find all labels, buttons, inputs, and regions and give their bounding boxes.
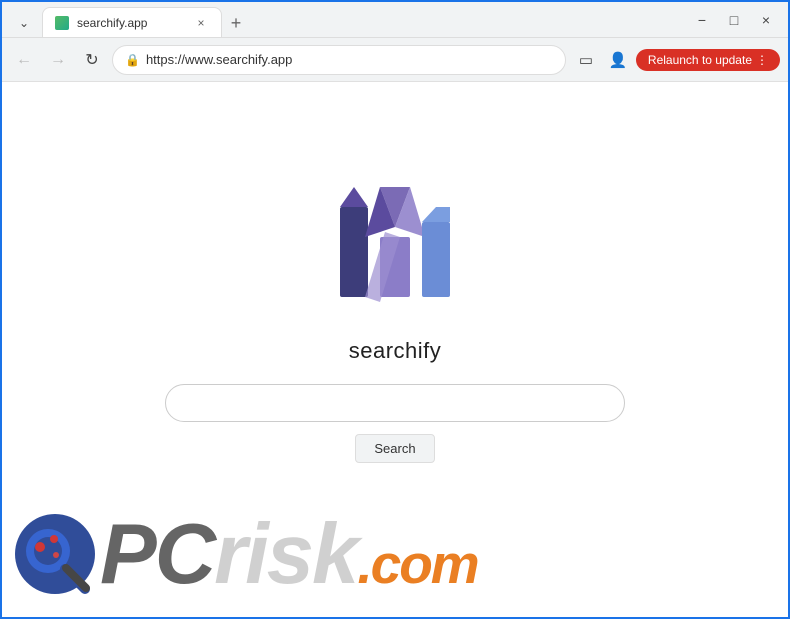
tab-close-button[interactable]: × [193,15,209,31]
relaunch-button[interactable]: Relaunch to update ⋮ [636,49,780,71]
active-tab[interactable]: searchify.app × [42,7,222,37]
url-display: https://www.searchify.app [146,52,553,67]
site-name-label: searchify [349,338,442,364]
site-logo-svg [330,177,460,317]
browser-window: ⌄ searchify.app × + − □ × ← → ↻ 🔒 ht [0,0,790,619]
tab-favicon [55,16,69,30]
cast-icon: ▭ [579,51,593,69]
minimize-button[interactable]: − [688,6,716,34]
tab-list-button[interactable]: ⌄ [10,9,38,37]
reload-button[interactable]: ↻ [78,46,106,74]
relaunch-menu-icon: ⋮ [756,53,768,67]
maximize-button[interactable]: □ [720,6,748,34]
close-window-button[interactable]: × [752,6,780,34]
back-button[interactable]: ← [10,46,38,74]
tab-area: ⌄ searchify.app × + [10,2,688,37]
profile-button[interactable]: 👤 [604,46,632,74]
forward-button[interactable]: → [44,46,72,74]
address-bar-input-wrapper[interactable]: 🔒 https://www.searchify.app [112,45,566,75]
search-input[interactable] [165,384,625,422]
site-logo-container [330,177,460,322]
title-bar: ⌄ searchify.app × + − □ × [2,2,788,38]
page-content: searchify Search [2,82,788,617]
relaunch-label: Relaunch to update [648,53,752,67]
browser-frame: ⌄ searchify.app × + − □ × ← → ↻ 🔒 ht [0,0,790,619]
cast-button[interactable]: ▭ [572,46,600,74]
new-tab-button[interactable]: + [222,9,250,37]
browser-action-buttons: ▭ 👤 Relaunch to update ⋮ [572,46,780,74]
secure-lock-icon: 🔒 [125,53,140,67]
search-button[interactable]: Search [355,434,434,463]
search-box: Search [165,384,625,463]
tab-title: searchify.app [77,16,185,30]
window-controls: − □ × [688,6,780,34]
address-bar: ← → ↻ 🔒 https://www.searchify.app ▭ 👤 Re… [2,38,788,82]
profile-icon: 👤 [609,51,628,69]
